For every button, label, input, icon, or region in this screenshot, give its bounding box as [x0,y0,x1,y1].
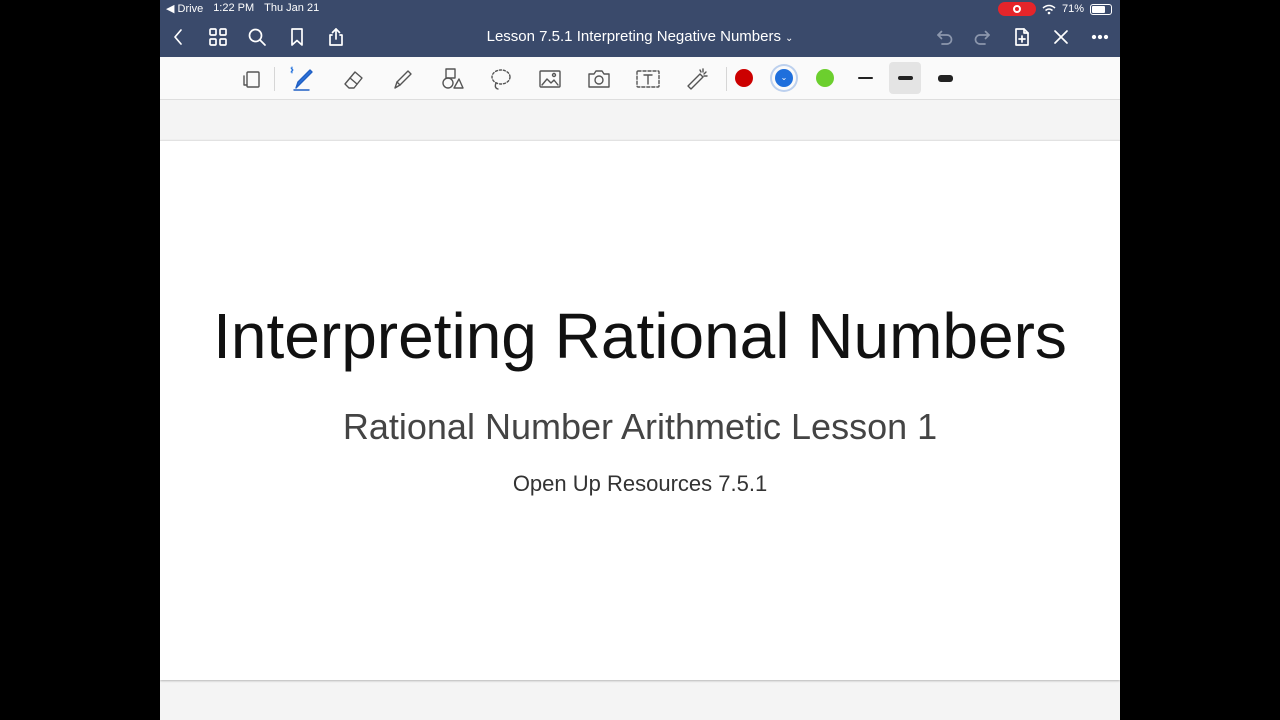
pen-icon [290,66,313,91]
undo-icon [937,30,953,45]
top-bar: ◀ Drive 1:22 PM Thu Jan 21 71% Lesson 7.… [160,0,1120,57]
pen-tool[interactable] [289,65,317,93]
undo-button[interactable] [931,24,957,50]
chevron-down-icon: ⌄ [784,33,794,44]
image-icon [539,70,561,88]
toolbar-divider [274,67,275,91]
battery-icon [1090,3,1112,15]
toolbar-toggle-button[interactable] [1048,24,1074,50]
document-title: Lesson 7.5.1 Interpreting Negative Numbe… [486,28,781,45]
drawing-toolbar: ⌄ [160,57,1120,100]
page-source-line: Open Up Resources 7.5.1 [512,471,768,496]
wifi-icon [1042,4,1056,14]
highlighter-icon [394,70,412,89]
pen-cross-icon [1054,30,1068,44]
text-box-icon [636,70,660,88]
color-swatch-blue[interactable]: ⌄ [775,69,793,87]
lasso-icon [491,69,511,90]
page-title: Interpreting Rational Numbers [213,300,1067,372]
stroke-width-medium[interactable] [889,62,921,94]
laser-pointer-tool[interactable] [683,65,711,93]
more-options-button[interactable] [1087,24,1113,50]
add-page-icon [1015,28,1029,46]
page-subtitle: Rational Number Arithmetic Lesson 1 [342,406,938,447]
color-swatch-green[interactable] [816,69,834,87]
camera-icon [588,70,610,88]
color-swatch-red[interactable] [735,69,753,87]
laser-pointer-icon [687,68,708,90]
highlighter-tool[interactable] [389,65,417,93]
thick-line-icon [937,74,953,82]
page-layout-tool[interactable] [238,65,266,93]
navigation-bar: Lesson 7.5.1 Interpreting Negative Numbe… [160,17,1120,57]
screen-recording-indicator[interactable] [997,2,1036,16]
stroke-width-thick[interactable] [929,62,961,94]
status-time: 1:22 PM [213,2,255,14]
status-date: Thu Jan 21 [264,2,320,14]
more-icon [1091,34,1109,40]
image-tool[interactable] [536,65,564,93]
stroke-width-thin[interactable] [849,62,881,94]
chevron-down-icon: ⌄ [780,73,788,82]
battery-percent: 71% [1061,3,1084,15]
document-page[interactable]: Interpreting Rational Numbers Rational N… [160,140,1120,680]
status-bar: ◀ Drive 1:22 PM Thu Jan 21 71% [160,0,1120,17]
add-page-button[interactable] [1009,24,1035,50]
lasso-tool[interactable] [487,65,515,93]
camera-tool[interactable] [585,65,613,93]
back-to-app-link[interactable]: ◀ Drive [166,2,203,15]
eraser-icon [344,71,363,89]
text-tool[interactable] [634,65,662,93]
thin-line-icon [857,77,873,79]
redo-icon [974,30,990,45]
ipad-screen: ◀ Drive 1:22 PM Thu Jan 21 71% Lesson 7.… [160,0,1120,720]
redo-button[interactable] [970,24,996,50]
toolbar-divider [726,67,727,91]
shapes-icon [442,68,464,89]
eraser-tool[interactable] [340,65,368,93]
page-thumbnail-icon [243,71,260,88]
shapes-tool[interactable] [438,65,466,93]
medium-line-icon [897,76,913,80]
